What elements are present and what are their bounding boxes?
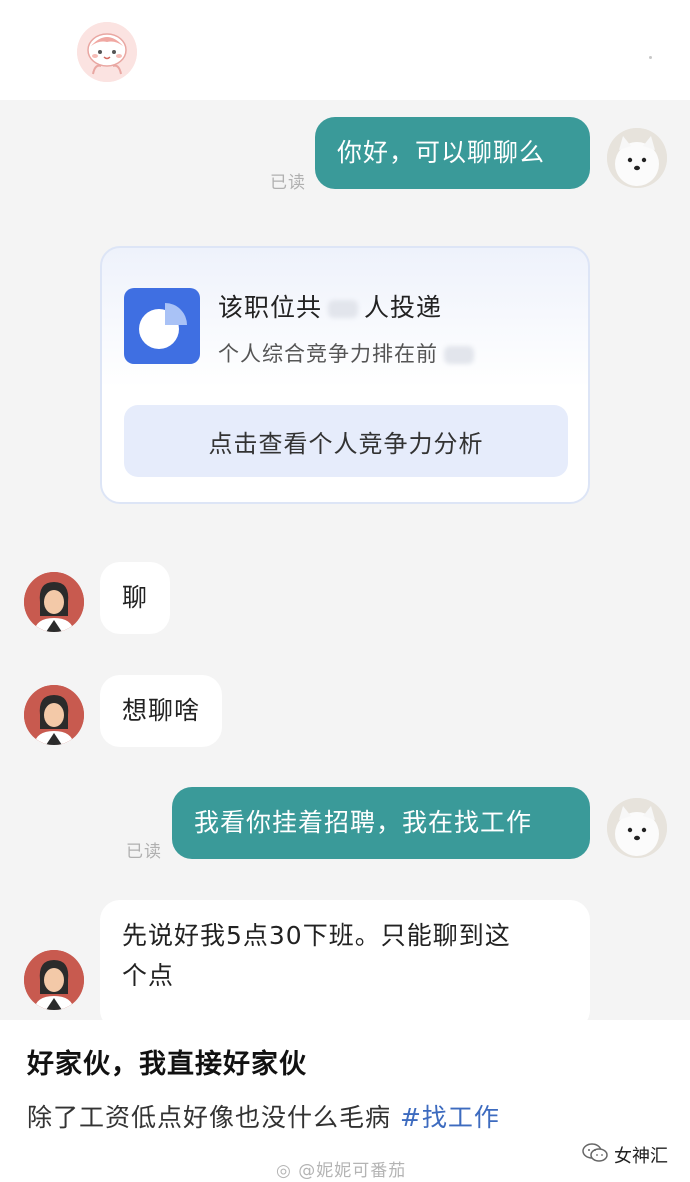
message-line: 个点: [122, 961, 175, 990]
woman-avatar-icon[interactable]: [24, 950, 84, 1010]
message-bubble-received[interactable]: 想聊啥: [100, 675, 223, 747]
competitiveness-rank-prefix: 个人综合竞争力排在前: [218, 342, 438, 366]
more-options-icon[interactable]: [649, 56, 652, 59]
samoyed-dog-avatar-icon[interactable]: [607, 128, 667, 188]
applicant-count-prefix: 该职位共: [218, 293, 323, 322]
blurred-number: [444, 346, 474, 364]
samoyed-dog-avatar-icon[interactable]: [607, 798, 667, 858]
message-line: 先说好我5点30下班。只能聊到这: [122, 921, 511, 950]
woman-avatar-icon[interactable]: [24, 572, 84, 632]
read-status: 已读: [270, 173, 306, 193]
woman-avatar-icon[interactable]: [24, 685, 84, 745]
message-bubble-received[interactable]: 先说好我5点30下班。只能聊到这 个点: [100, 900, 590, 1020]
applicant-count-text: 该职位共 人投递: [218, 288, 442, 324]
brand-label: 女神汇: [582, 1142, 668, 1168]
competitiveness-rank-text: 个人综合竞争力排在前: [218, 338, 480, 368]
post-caption: 好家伙，我直接好家伙 除了工资低点好像也没什么毛病 #找工作 ◎ @妮妮可番茄 …: [0, 1020, 690, 1182]
applicant-count-suffix: 人投递: [364, 293, 443, 322]
watermark: ◎ @妮妮可番茄: [276, 1156, 406, 1181]
brand-name: 女神汇: [614, 1146, 668, 1167]
pie-chart-icon: [124, 288, 200, 364]
contact-avatar-icon[interactable]: [77, 22, 137, 82]
watermark-text: @妮妮可番茄: [298, 1161, 407, 1181]
blurred-number: [328, 300, 359, 318]
chat-messages[interactable]: 已读 你好，可以聊聊么 该职位共 人投递 个人综合竞争力排在前 点击查看个人竞争…: [0, 100, 690, 1020]
job-info-card[interactable]: 该职位共 人投递 个人综合竞争力排在前 点击查看个人竞争力分析: [100, 246, 590, 504]
message-bubble-sent[interactable]: 你好，可以聊聊么: [315, 117, 590, 189]
weibo-icon: ◎: [276, 1161, 292, 1181]
screenshot: 已读 你好，可以聊聊么 该职位共 人投递 个人综合竞争力排在前 点击查看个人竞争…: [0, 0, 690, 1182]
view-competitiveness-button[interactable]: 点击查看个人竞争力分析: [124, 405, 568, 477]
wechat-icon: [582, 1142, 608, 1168]
post-title: 好家伙，我直接好家伙: [27, 1049, 307, 1080]
chat-header: [0, 0, 690, 100]
post-body-text: 除了工资低点好像也没什么毛病: [27, 1103, 392, 1132]
post-body: 除了工资低点好像也没什么毛病 #找工作: [27, 1098, 500, 1134]
hashtag-link[interactable]: #找工作: [400, 1103, 500, 1132]
read-status: 已读: [126, 842, 162, 862]
message-bubble-received[interactable]: 聊: [100, 562, 171, 634]
message-bubble-sent[interactable]: 我看你挂着招聘，我在找工作: [172, 787, 590, 859]
